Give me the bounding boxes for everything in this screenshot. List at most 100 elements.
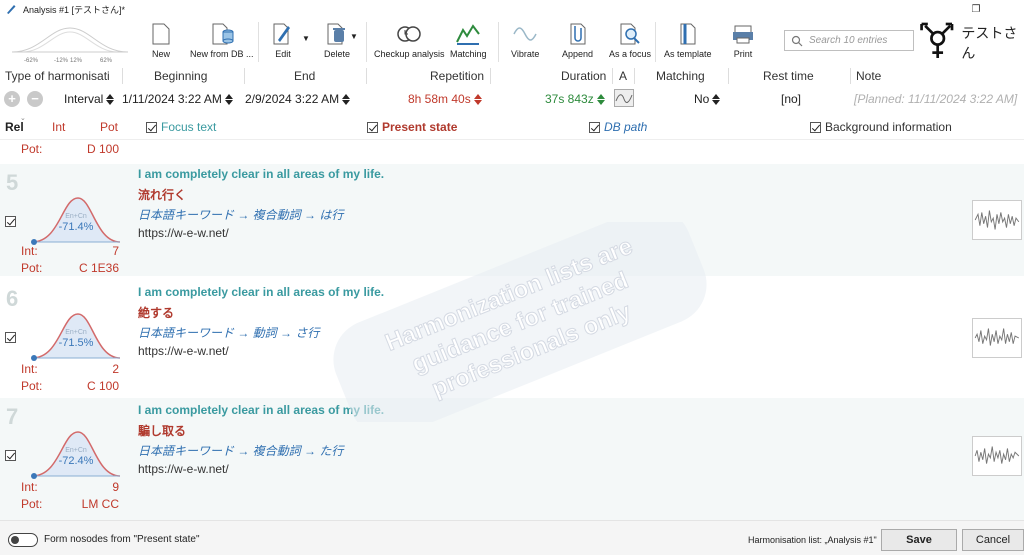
background-link[interactable]: https://w-e-w.net/	[138, 226, 229, 240]
rest-time-value[interactable]: [no]	[781, 92, 801, 106]
wave-graph-icon[interactable]	[614, 89, 634, 107]
note-value[interactable]: [Planned: 11/11/2024 3:22 AM]	[854, 92, 1017, 106]
focus-text-checkbox[interactable]	[146, 121, 157, 133]
spin-icon[interactable]	[342, 93, 351, 105]
pot-header[interactable]: Pot	[100, 120, 118, 134]
form-nosodes-toggle[interactable]	[8, 533, 38, 547]
cancel-button[interactable]: Cancel	[962, 529, 1024, 551]
background-info-checkbox[interactable]	[810, 121, 821, 133]
db-path-column[interactable]: DB path	[589, 120, 647, 134]
edit-dropdown-icon[interactable]: ▼	[302, 34, 310, 43]
print-label: Print	[733, 49, 753, 59]
duration-field[interactable]: 37s 843z	[545, 92, 605, 106]
present-state-text: 絶する	[138, 306, 175, 320]
matching-button[interactable]: Matching	[450, 22, 487, 59]
as-template-button[interactable]: As template	[664, 22, 712, 59]
list-item[interactable]: 7 En+Cn -72.4% Int: 9 Pot: LM CC I am co…	[0, 398, 1024, 520]
pot-label: Pot:	[21, 497, 43, 511]
present-state-checkbox[interactable]	[367, 121, 378, 133]
bell-percent: -71.5%	[59, 337, 94, 349]
beginning-field[interactable]: 1/11/2024 3:22 AM	[122, 92, 233, 106]
list-item[interactable]: 6 En+Cn -71.5% Int: 2 Pot: C 100 I am co…	[0, 280, 1024, 396]
append-button[interactable]: Append	[562, 22, 593, 59]
new-button[interactable]: New	[148, 22, 174, 59]
present-state-column[interactable]: Present state	[367, 120, 457, 134]
delete-button[interactable]: Delete	[324, 22, 350, 59]
values-row: + − Interval 1/11/2024 3:22 AM 2/9/2024 …	[0, 88, 1024, 110]
vibration-waveform-icon[interactable]	[972, 436, 1022, 476]
user-area[interactable]: テストさん	[918, 18, 1024, 64]
db-path-label: DB path	[604, 120, 648, 134]
col-type[interactable]: Type of harmonisati	[5, 69, 110, 83]
col-beginning[interactable]: Beginning	[154, 69, 207, 83]
as-a-focus-button[interactable]: As a focus	[609, 22, 651, 59]
col-note[interactable]: Note	[856, 69, 881, 83]
matching-icon	[456, 24, 481, 45]
focus-text-column[interactable]: Focus text	[146, 120, 216, 134]
repetition-field[interactable]: 8h 58m 40s	[408, 92, 482, 106]
entry-checkbox[interactable]	[5, 332, 16, 343]
print-button[interactable]: Print	[730, 22, 756, 59]
end-field[interactable]: 2/9/2024 3:22 AM	[245, 92, 351, 106]
background-link[interactable]: https://w-e-w.net/	[138, 344, 229, 358]
type-value: Interval	[64, 92, 104, 106]
col-repetition[interactable]: Repetition	[430, 69, 484, 83]
spin-icon[interactable]	[224, 93, 233, 105]
list-header: Rel ⌄ Int Pot Focus text Present state D…	[0, 114, 1024, 140]
col-end[interactable]: End	[294, 69, 315, 83]
checkup-analysis-button[interactable]: Checkup analysis	[374, 22, 445, 59]
background-info-column[interactable]: Background information	[810, 120, 952, 134]
pot-label: Pot:	[21, 142, 43, 156]
col-a[interactable]: A	[619, 69, 627, 83]
end-value: 2/9/2024 3:22 AM	[245, 92, 340, 106]
vibrate-label: Vibrate	[511, 49, 540, 59]
bell-percent: -72.4%	[59, 455, 94, 467]
vibration-waveform-icon[interactable]	[972, 200, 1022, 240]
rel-header[interactable]: Rel	[5, 120, 24, 134]
present-state-label: Present state	[382, 120, 458, 134]
new-from-db-button[interactable]: New from DB ...	[190, 22, 254, 59]
save-button[interactable]: Save	[881, 529, 957, 551]
spin-icon[interactable]	[106, 93, 115, 105]
matching-select[interactable]: No	[694, 92, 721, 106]
restore-window-icon[interactable]: ❐	[960, 0, 992, 18]
int-header[interactable]: Int	[52, 120, 65, 134]
duration-value: 37s 843z	[545, 92, 594, 106]
col-duration[interactable]: Duration	[561, 69, 606, 83]
bell-curve-icon: En+Cn -71.4%	[31, 197, 120, 245]
list-item[interactable]: 5 En+Cn -71.4% Int: 7 Pot: C 1E36 I am c…	[0, 164, 1024, 276]
search-input[interactable]: Search 10 entries	[784, 30, 914, 51]
bell-label: En+Cn	[65, 447, 87, 454]
db-path-checkbox[interactable]	[589, 121, 600, 133]
edit-label: Edit	[275, 49, 291, 59]
list-item[interactable]: Pot: D 100	[0, 140, 1024, 162]
matching-value: No	[694, 92, 710, 106]
spin-icon[interactable]	[712, 93, 721, 105]
int-label: Int:	[21, 480, 38, 494]
focus-magnifier-icon	[620, 23, 640, 45]
vibration-waveform-icon[interactable]	[972, 318, 1022, 358]
close-window-icon[interactable]	[992, 0, 1024, 18]
vibrate-button[interactable]: Vibrate	[511, 22, 539, 59]
background-link[interactable]: https://w-e-w.net/	[138, 462, 229, 476]
spin-icon[interactable]	[473, 93, 482, 105]
append-clip-icon	[570, 23, 586, 45]
bell-curve-icon: En+Cn -71.5%	[31, 313, 120, 361]
col-matching[interactable]: Matching	[656, 69, 705, 83]
focus-text: I am completely clear in all areas of my…	[138, 403, 385, 417]
focus-text: I am completely clear in all areas of my…	[138, 167, 385, 181]
col-rest-time[interactable]: Rest time	[763, 69, 814, 83]
new-from-db-icon	[212, 23, 234, 45]
entry-checkbox[interactable]	[5, 450, 16, 461]
present-state-text: 騙し取る	[138, 424, 187, 438]
column-header-row: Type of harmonisati Beginning End Repeti…	[0, 66, 1024, 86]
int-value: 2	[112, 362, 119, 376]
toolbar-divider	[258, 22, 259, 62]
add-icon[interactable]: +	[4, 91, 20, 107]
type-select[interactable]: Interval	[64, 92, 115, 106]
spin-icon[interactable]	[596, 93, 605, 105]
remove-icon[interactable]: −	[27, 91, 43, 107]
entry-checkbox[interactable]	[5, 216, 16, 227]
edit-button[interactable]: Edit	[270, 22, 296, 59]
delete-dropdown-icon[interactable]: ▼	[350, 32, 358, 41]
